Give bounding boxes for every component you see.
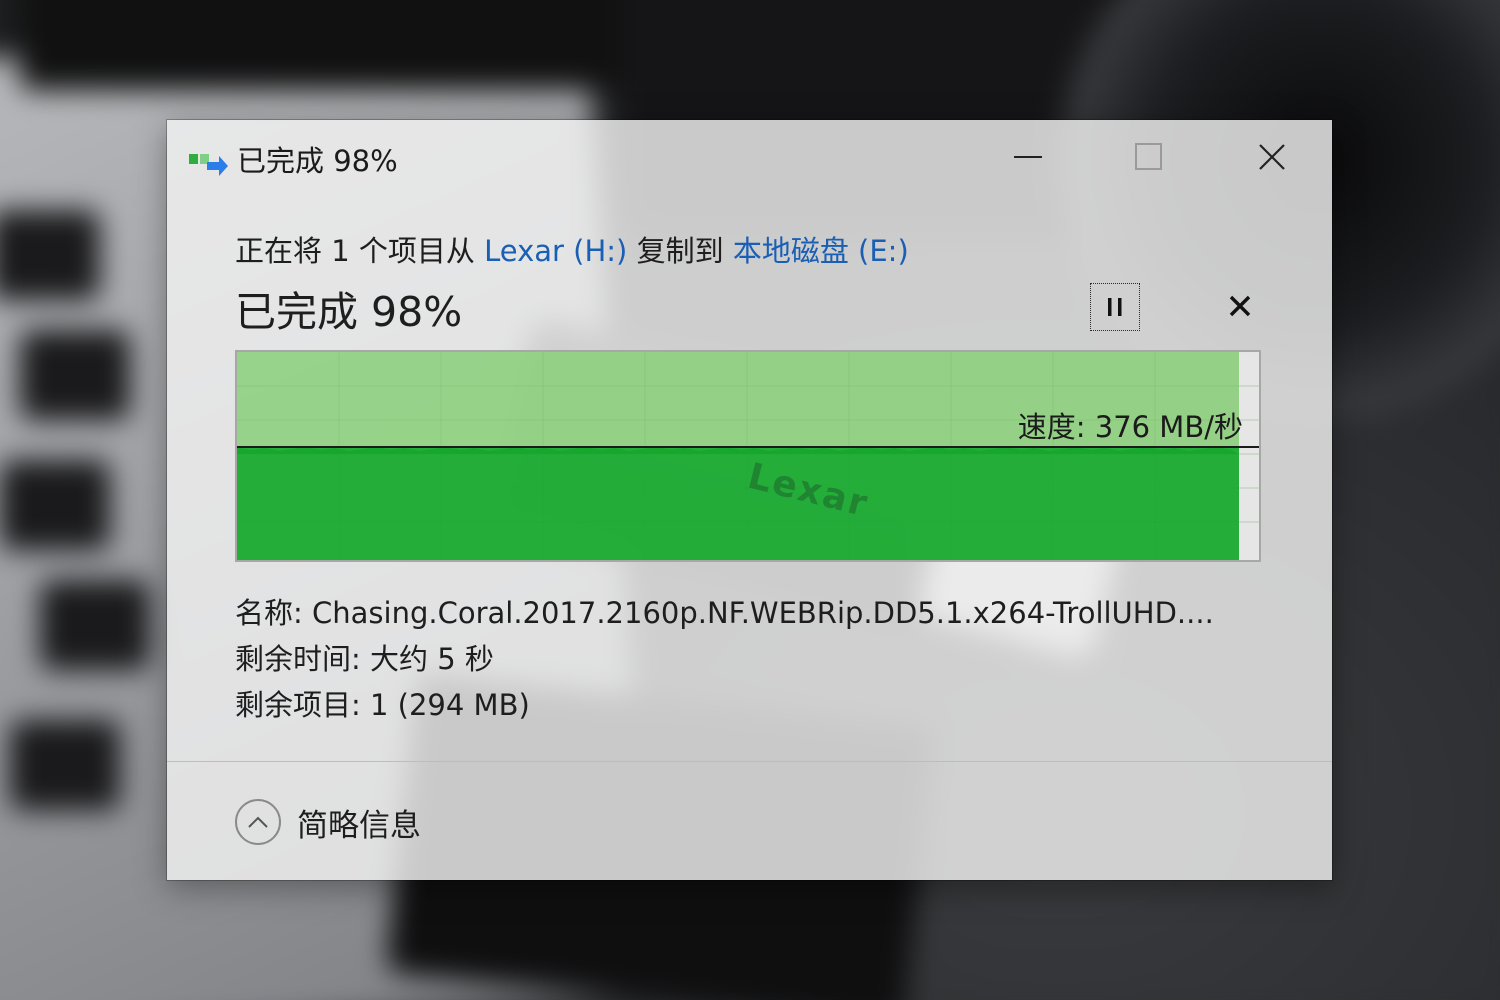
footer-divider [167,761,1332,762]
close-button[interactable] [1242,134,1302,180]
fewer-details-label[interactable]: 简略信息 [297,800,421,845]
items-remaining-value: 1 (294 MB) [370,688,530,722]
copy-middle: 复制到 [627,234,733,268]
file-name-value: Chasing.Coral.2017.2160p.NF.WEBRip.DD5.1… [312,596,1214,630]
pause-button[interactable] [1090,283,1140,331]
file-name-label: 名称: [235,596,312,630]
window-title: 已完成 98% [237,144,398,178]
maximize-icon [1135,143,1162,170]
speed-history-area [237,448,1239,560]
fewer-details-toggle[interactable]: 简略信息 [235,796,421,848]
chevron-up-icon [248,816,268,828]
items-remaining-label: 剩余项目: [235,688,370,722]
minimize-icon [1014,156,1042,158]
chevron-up-button[interactable] [235,799,281,845]
destination-link[interactable]: 本地磁盘 (E:) [733,234,909,268]
title-bar[interactable]: 已完成 98% [167,120,1332,196]
time-remaining-label: 剩余时间: [235,642,370,676]
items-remaining-row: 剩余项目: 1 (294 MB) [235,682,1214,728]
current-speed-line [237,446,1259,448]
cancel-copy-button[interactable] [1217,283,1263,329]
file-copy-dialog: 已完成 98% 正在将 1 个项目从 Lexar (H:) 复制到 本地磁盘 (… [167,120,1332,880]
source-link[interactable]: Lexar (H:) [484,234,627,268]
time-remaining-row: 剩余时间: 大约 5 秒 [235,636,1214,682]
transfer-speed-graph: 速度: 376 MB/秒 Lexar [235,350,1261,562]
copy-prefix: 正在将 1 个项目从 [235,234,485,268]
copy-arrow-icon [189,150,229,176]
cancel-icon [1229,295,1251,317]
close-icon [1259,144,1285,170]
copy-details: 名称: Chasing.Coral.2017.2160p.NF.WEBRip.D… [235,590,1214,728]
progress-heading: 已完成 98% [235,288,463,336]
maximize-button[interactable] [1119,134,1179,180]
time-remaining-value: 大约 5 秒 [370,642,494,676]
minimize-button[interactable] [999,134,1059,180]
pause-icon [1108,298,1122,316]
speed-label: 速度: 376 MB/秒 [1017,410,1243,444]
file-name-row: 名称: Chasing.Coral.2017.2160p.NF.WEBRip.D… [235,590,1214,636]
copy-description: 正在将 1 个项目从 Lexar (H:) 复制到 本地磁盘 (E:) [235,228,909,270]
